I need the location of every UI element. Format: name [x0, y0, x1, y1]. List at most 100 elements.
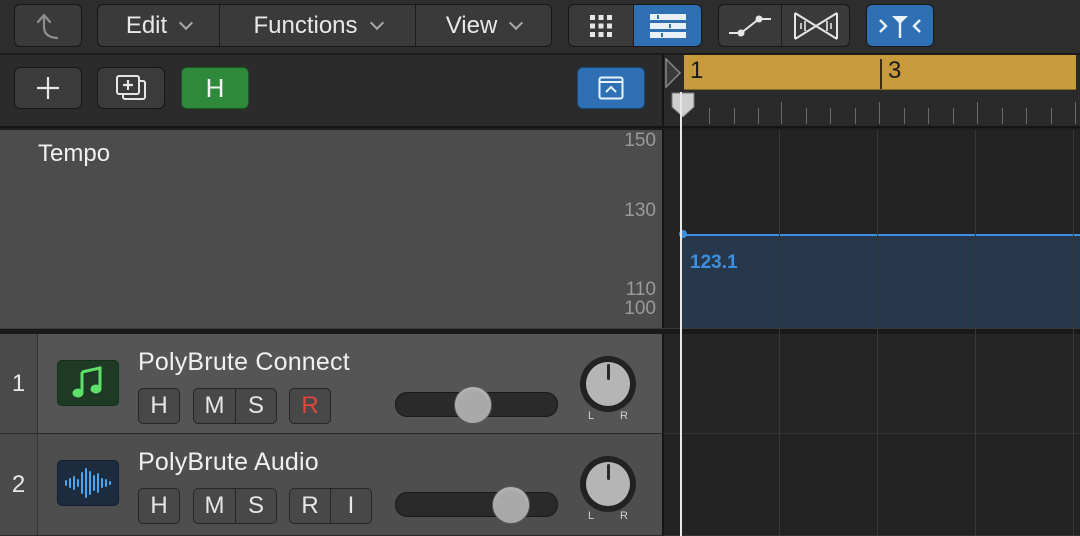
solo-button[interactable]: S: [235, 488, 277, 524]
grid-line: [877, 130, 878, 536]
view-menu-label: View: [445, 11, 498, 39]
tempo-track-name: Tempo: [38, 140, 111, 167]
track-number: 1: [0, 334, 38, 433]
hide-tracks-label: H: [205, 72, 225, 103]
track-name[interactable]: PolyBrute Connect: [138, 348, 350, 377]
track-header-2[interactable]: 2 PolyBrute Audio H M S R I L R: [0, 434, 662, 536]
ruler-tick: [830, 108, 831, 124]
tempo-value: 123.1: [690, 252, 738, 273]
ruler-tick: [734, 108, 735, 124]
edit-menu[interactable]: Edit: [98, 5, 220, 46]
music-note-icon: [72, 366, 102, 398]
track-number: 2: [0, 434, 38, 535]
ruler-arrow-icon: [665, 58, 682, 88]
tempo-scale-130: 130: [624, 200, 656, 221]
ruler-tick: [1026, 108, 1027, 124]
track-icon[interactable]: [57, 460, 119, 506]
track-lane-2[interactable]: [662, 434, 1080, 536]
add-track-button[interactable]: [14, 67, 82, 109]
track-lane-1[interactable]: [662, 334, 1080, 434]
volume-slider-knob[interactable]: [492, 486, 530, 524]
hide-tracks-button[interactable]: H: [181, 67, 249, 109]
playhead-handle-icon[interactable]: [670, 91, 696, 119]
chevron-down-icon: [179, 15, 194, 30]
record-enable-button[interactable]: R: [289, 488, 331, 524]
pan-knob-indicator: [586, 362, 630, 406]
grid-line: [1073, 130, 1074, 536]
back-arrow-icon: [36, 13, 59, 39]
automation-toggle: [718, 4, 850, 47]
ruler-tick: [879, 102, 880, 124]
ruler-tick: [928, 108, 929, 124]
tracks-view-button[interactable]: [634, 5, 701, 46]
grid-view-button[interactable]: [569, 5, 635, 46]
automation-button[interactable]: [719, 5, 783, 46]
ruler-tick: [904, 108, 905, 124]
mute-button[interactable]: M: [193, 488, 236, 524]
tempo-lane[interactable]: 123.1: [662, 130, 1080, 328]
track-icon[interactable]: [57, 360, 119, 406]
track-name[interactable]: PolyBrute Audio: [138, 448, 319, 477]
bar-number-1: 1: [690, 57, 704, 84]
track-list-icon: [649, 13, 686, 38]
ruler-tick: [1075, 102, 1076, 124]
collapse-icon: [598, 76, 624, 100]
bar-number-3: 3: [888, 57, 902, 84]
tempo-line[interactable]: [682, 234, 1080, 236]
collapse-global-tracks-button[interactable]: [577, 67, 645, 109]
edit-menu-label: Edit: [125, 11, 168, 39]
functions-menu[interactable]: Functions: [220, 5, 416, 46]
catch-playhead-icon: [879, 15, 921, 38]
pan-left-label: L: [588, 410, 595, 422]
ruler-tick: [781, 102, 782, 124]
ruler-tick: [758, 108, 759, 124]
volume-slider-knob[interactable]: [454, 386, 492, 424]
flex-button[interactable]: [782, 5, 849, 46]
catch-playhead-button[interactable]: [866, 4, 934, 47]
ruler-tick: [953, 108, 954, 124]
pan-left-label: L: [588, 510, 595, 522]
flex-time-icon: [793, 11, 838, 40]
pan-knob[interactable]: [580, 356, 636, 412]
view-menu[interactable]: View: [416, 5, 551, 46]
mute-button[interactable]: M: [193, 388, 236, 424]
grid-line: [779, 130, 780, 536]
record-enable-button[interactable]: R: [289, 388, 331, 424]
hide-button[interactable]: H: [138, 488, 180, 524]
tempo-scale-150: 150: [624, 130, 656, 151]
pan-right-label: R: [620, 410, 628, 422]
back-button[interactable]: [14, 4, 82, 47]
menu-bar: Edit Functions View: [97, 4, 552, 47]
bar-ruler[interactable]: 1 3: [662, 55, 1080, 128]
cycle-region[interactable]: 1 3: [684, 55, 1076, 90]
pan-right-label: R: [620, 510, 628, 522]
track-header-1[interactable]: 1 PolyBrute Connect H M S R L R: [0, 334, 662, 434]
duplicate-track-icon: [116, 75, 146, 100]
input-monitoring-button[interactable]: I: [330, 488, 372, 524]
tempo-scale-100: 100: [624, 298, 656, 319]
playhead-line[interactable]: [680, 92, 682, 536]
hide-button[interactable]: H: [138, 388, 180, 424]
duplicate-track-button[interactable]: [97, 67, 165, 109]
functions-menu-label: Functions: [253, 11, 358, 39]
track-header-toolbar: H: [0, 55, 662, 128]
chevron-down-icon: [369, 15, 384, 30]
bar-line: [880, 59, 882, 89]
view-mode-toggle: [568, 4, 702, 47]
ruler-tick: [1051, 108, 1052, 124]
toolbar: Edit Functions View: [0, 0, 1080, 54]
pan-knob[interactable]: [580, 456, 636, 512]
ruler-tick: [709, 108, 710, 124]
volume-slider[interactable]: [395, 386, 558, 424]
volume-slider[interactable]: [395, 486, 558, 524]
plus-icon: [37, 77, 59, 99]
waveform-icon: [65, 468, 111, 498]
solo-button[interactable]: S: [235, 388, 277, 424]
ruler-tick: [977, 102, 978, 124]
tempo-fill: [682, 235, 1080, 328]
pan-knob-indicator: [586, 462, 630, 506]
grid-icon: [590, 14, 612, 37]
automation-curve-icon: [729, 15, 772, 36]
tempo-track-header[interactable]: Tempo 150 130 110 100: [0, 130, 662, 328]
ruler-tick: [1002, 108, 1003, 124]
